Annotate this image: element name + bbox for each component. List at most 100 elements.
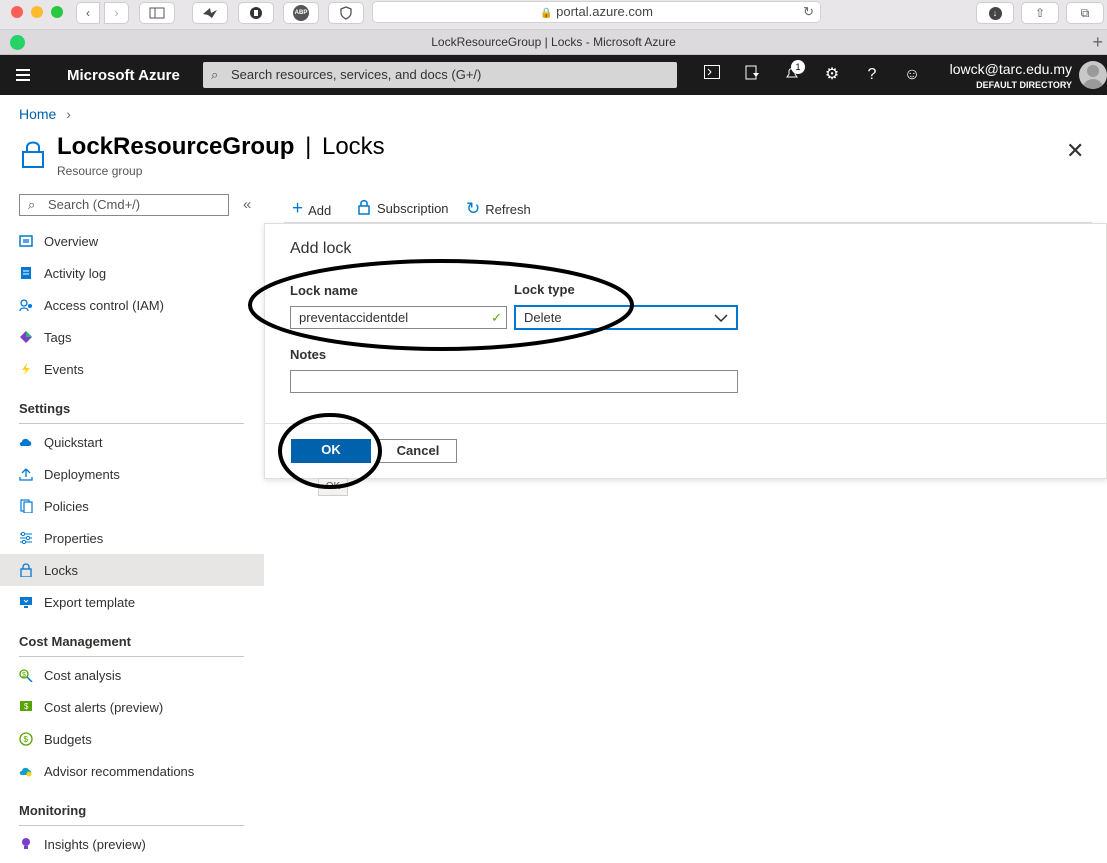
tab-title[interactable]: LockResourceGroup | Locks - Microsoft Az…	[0, 35, 1107, 49]
help-icon[interactable]: ?	[862, 65, 882, 85]
new-tab-button[interactable]: +	[1092, 32, 1103, 53]
sidebar-item-label: Advisor recommendations	[44, 763, 195, 779]
sidebar-toggle-button[interactable]	[139, 2, 175, 24]
url-text: portal.azure.com	[556, 4, 653, 19]
sidebar-item-label: Events	[44, 361, 84, 377]
sidebar-item-label: Access control (IAM)	[44, 297, 164, 313]
back-button[interactable]: ‹	[76, 2, 100, 24]
monitor-icon	[20, 597, 32, 608]
privacy-shield-button[interactable]	[328, 2, 364, 24]
sidebar-item-activity-log[interactable]: Activity log	[0, 257, 264, 289]
sidebar-item-deployments[interactable]: Deployments	[0, 458, 264, 490]
lock-type-dropdown[interactable]: Delete	[514, 305, 738, 330]
sidebar-item-events[interactable]: Events	[0, 353, 264, 385]
section-settings: Settings	[19, 401, 244, 424]
add-label: Add	[308, 203, 332, 218]
sidebar-item-label: Export template	[44, 594, 136, 610]
sidebar-item-overview[interactable]: Overview	[0, 225, 264, 257]
collapse-sidebar-icon[interactable]: «	[243, 196, 251, 213]
sidebar-item-cost-alerts-preview[interactable]: $ Cost alerts (preview)	[0, 691, 264, 723]
dialog-title: Add lock	[290, 240, 352, 257]
sidebar-item-budgets[interactable]: $ Budgets	[0, 723, 264, 755]
sidebar-item-advisor-recommendations[interactable]: Advisor recommendations	[0, 755, 264, 787]
chevron-left-icon: ‹	[86, 6, 90, 20]
zoom-window-button[interactable]	[51, 6, 63, 18]
svg-text:$: $	[24, 702, 29, 711]
feedback-smiley-icon[interactable]: ☺	[902, 65, 922, 85]
sidebar-item-access-control-iam[interactable]: Access control (IAM)	[0, 289, 264, 321]
hamburger-menu-icon[interactable]	[16, 69, 30, 81]
chevron-down-icon	[714, 314, 728, 322]
forward-button[interactable]: ›	[104, 2, 129, 24]
adblock-button[interactable]: ABP	[283, 2, 319, 24]
shield-icon	[340, 6, 352, 20]
lock-icon	[358, 200, 370, 215]
share-button[interactable]: ⇧	[1021, 2, 1059, 24]
advisor-icon	[19, 767, 32, 777]
close-blade-icon[interactable]: ✕	[1066, 138, 1084, 164]
sidebar-item-export-template[interactable]: Export template	[0, 586, 264, 618]
search-icon: ⌕	[211, 67, 219, 82]
user-directory: DEFAULT DIRECTORY	[976, 80, 1072, 90]
close-window-button[interactable]	[11, 6, 23, 18]
minimize-window-button[interactable]	[31, 6, 43, 18]
azure-top-bar: Microsoft Azure ⌕ Search resources, serv…	[0, 55, 1107, 95]
downloads-button[interactable]: ↓	[976, 2, 1014, 24]
notes-field[interactable]	[290, 370, 738, 393]
refresh-button[interactable]: ↻ Refresh	[466, 199, 531, 219]
cloud-shell-icon[interactable]	[702, 65, 722, 85]
subscription-button[interactable]: Subscription	[357, 199, 449, 216]
settings-gear-icon[interactable]: ⚙	[822, 65, 842, 85]
brand-name[interactable]: Microsoft Azure	[67, 67, 180, 84]
refresh-label: Refresh	[485, 202, 531, 217]
notes-label: Notes	[290, 347, 327, 362]
sidebar-item-label: Budgets	[44, 731, 92, 747]
extension-bird-button[interactable]	[192, 2, 228, 24]
overview-icon	[19, 235, 33, 247]
svg-text:$: $	[24, 735, 29, 744]
notifications-icon[interactable]: 1	[782, 60, 805, 85]
bird-icon	[203, 8, 217, 18]
avatar[interactable]	[1079, 61, 1107, 89]
ok-tooltip: OK	[318, 478, 348, 496]
tabs-overview-button[interactable]: ⧉	[1066, 2, 1104, 24]
breadcrumb: Home ›	[19, 106, 71, 122]
download-icon: ↓	[988, 6, 1002, 20]
sidebar-item-label: Quickstart	[44, 434, 103, 450]
extension-shield-button[interactable]	[238, 2, 274, 24]
padlock-icon: 🔒	[540, 8, 553, 19]
activity-log-icon	[21, 267, 31, 279]
sidebar-search-input[interactable]: ⌕ Search (Cmd+/)	[19, 194, 229, 216]
lock-name-label: Lock name	[290, 283, 358, 298]
sidebar-item-label: Policies	[44, 498, 89, 514]
upload-icon	[19, 468, 33, 481]
cancel-button[interactable]: Cancel	[379, 439, 457, 463]
breadcrumb-home-link[interactable]: Home	[19, 106, 56, 122]
global-search-input[interactable]: ⌕ Search resources, services, and docs (…	[203, 62, 677, 88]
sidebar-item-policies[interactable]: Policies	[0, 490, 264, 522]
lock-type-label: Lock type	[514, 282, 575, 297]
sidebar-item-quickstart[interactable]: Quickstart	[0, 426, 264, 458]
lock-name-field[interactable]: preventaccidentdel ✓	[290, 306, 507, 329]
subscription-label: Subscription	[377, 201, 449, 216]
lock-type-value: Delete	[524, 310, 562, 325]
hand-icon	[250, 7, 262, 19]
user-email[interactable]: lowck@tarc.edu.my	[950, 61, 1072, 77]
browser-toolbar: ‹ › ABP 🔒 portal.azure.com ↻ ↓ ⇧ ⧉	[0, 0, 1107, 30]
sidebar-item-tags[interactable]: Tags	[0, 321, 264, 353]
svg-text:$: $	[22, 672, 26, 679]
page-subtitle: Resource group	[57, 164, 143, 178]
sidebar-item-locks[interactable]: Locks	[0, 554, 264, 586]
address-bar[interactable]: 🔒 portal.azure.com ↻	[372, 1, 821, 23]
reload-icon[interactable]: ↻	[803, 2, 814, 22]
sidebar-item-cost-analysis[interactable]: $ Cost analysis	[0, 659, 264, 691]
sidebar-item-insights-preview[interactable]: Insights (preview)	[0, 828, 264, 860]
ok-button[interactable]: OK	[291, 439, 371, 463]
section-monitoring: Monitoring	[19, 803, 244, 826]
sidebar-item-properties[interactable]: Properties	[0, 522, 264, 554]
page-title: LockResourceGroup | Locks	[57, 133, 385, 161]
directory-filter-icon[interactable]	[742, 65, 762, 85]
lock-icon	[20, 563, 32, 577]
global-search-placeholder: Search resources, services, and docs (G+…	[231, 67, 482, 82]
add-lock-button[interactable]: + Add	[292, 198, 332, 221]
